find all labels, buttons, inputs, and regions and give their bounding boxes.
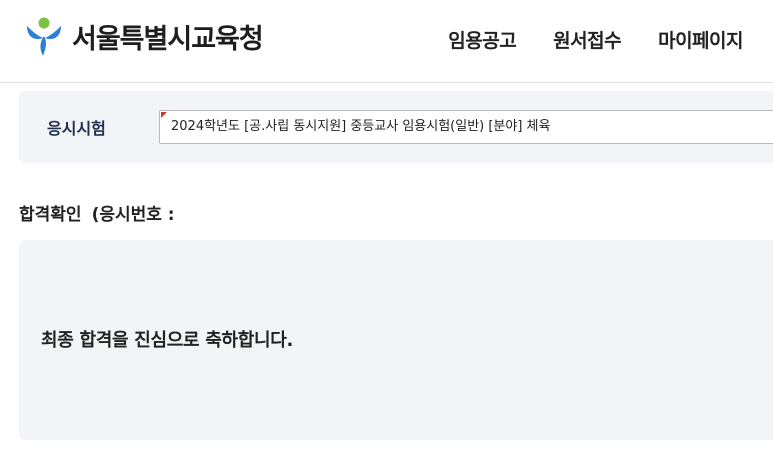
result-title-text: 합격확인 [19, 205, 82, 225]
exam-select-label: 응시시험 [47, 119, 106, 138]
exam-select[interactable]: 2024학년도 [공.사립 동시지원] 중등교사 임용시험(일반) [분야] 체… [159, 110, 773, 144]
exam-number-label: (응시번호 : [91, 205, 175, 225]
exam-select-panel: 응시시험 2024학년도 [공.사립 동시지원] 중등교사 임용시험(일반) [… [19, 91, 773, 163]
logo-text: 서울특별시교육청 [72, 23, 264, 55]
nav-mypage[interactable]: 마이페이지 [658, 26, 743, 53]
nav-recruitment-notice[interactable]: 임용공고 [448, 26, 516, 53]
main-nav: 임용공고 원서접수 마이페이지 [448, 26, 743, 53]
select-corner-mark [161, 112, 167, 118]
exam-select-value: 2024학년도 [공.사립 동시지원] 중등교사 임용시험(일반) [분야] 체… [171, 119, 551, 134]
result-message: 최종 합격을 진심으로 축하합니다. [41, 330, 294, 351]
logo-link[interactable]: 서울특별시교육청 [24, 14, 264, 58]
nav-application[interactable]: 원서접수 [553, 26, 621, 53]
seoul-education-logo-icon [27, 17, 61, 56]
result-title: 합격확인 (응시번호 : [19, 200, 261, 225]
header: 서울특별시교육청 임용공고 원서접수 마이페이지 [0, 0, 773, 83]
page: 서울특별시교육청 임용공고 원서접수 마이페이지 응시시험 2024학년도 [공… [0, 0, 773, 464]
result-panel: 최종 합격을 진심으로 축하합니다. [19, 240, 773, 440]
